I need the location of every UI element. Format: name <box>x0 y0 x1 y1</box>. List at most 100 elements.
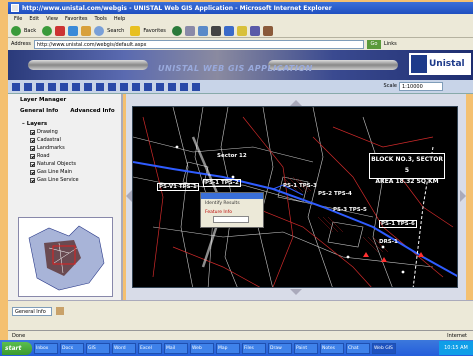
window-titlebar[interactable]: http://www.unistal.com/webgis - UNISTAL … <box>8 2 473 14</box>
identify-popup[interactable]: Identify Results Feature Info <box>200 192 264 228</box>
layer-item-gas-line-main[interactable]: Gas Line Main <box>22 168 121 176</box>
favorites-icon[interactable] <box>130 25 141 36</box>
tab-advanced-info[interactable]: Advanced Info <box>70 108 114 114</box>
zoom-in-icon[interactable] <box>36 82 44 91</box>
zoom-extent-icon[interactable] <box>60 82 68 91</box>
layer-checkbox[interactable] <box>30 153 35 159</box>
print-icon[interactable] <box>210 25 221 36</box>
layer-group[interactable]: – Layers <box>22 120 121 128</box>
layer-item-cadastral[interactable]: Cadastral <box>22 136 121 144</box>
menu-edit[interactable]: Edit <box>29 16 39 22</box>
zoom-out-icon[interactable] <box>48 82 56 91</box>
overview-map[interactable] <box>18 217 113 297</box>
expand-icon[interactable]: – <box>22 121 25 127</box>
legend-icon[interactable] <box>168 82 176 91</box>
taskbar-item-active[interactable]: Web GIS <box>372 342 396 354</box>
scale-select[interactable]: 1:10000 <box>399 82 443 91</box>
layer-checkbox[interactable] <box>30 129 35 135</box>
layer-label: Gas Line Service <box>37 177 79 183</box>
select-icon[interactable] <box>120 82 128 91</box>
go-button[interactable]: Go <box>366 39 381 49</box>
address-input[interactable]: http://www.unistal.com/webgis/default.as… <box>33 39 364 49</box>
back-label[interactable]: Back <box>24 28 36 34</box>
taskbar-item[interactable]: Excel <box>138 342 162 354</box>
layer-item-road[interactable]: Road <box>22 152 121 160</box>
info-type-select[interactable]: General Info <box>12 307 52 316</box>
previous-extent-icon[interactable] <box>96 82 104 91</box>
pan-right-icon[interactable] <box>24 82 32 91</box>
next-extent-icon[interactable] <box>108 82 116 91</box>
layer-checkbox[interactable] <box>30 177 35 183</box>
taskbar-item[interactable]: Notes <box>320 342 344 354</box>
pan-icon[interactable] <box>72 82 80 91</box>
taskbar-item[interactable]: Inbox <box>34 342 58 354</box>
folder-icon[interactable] <box>236 25 247 36</box>
menu-file[interactable]: File <box>14 16 22 22</box>
stop-icon[interactable] <box>55 25 66 36</box>
tab-general-info[interactable]: General Info <box>20 108 58 114</box>
media-icon[interactable] <box>171 25 182 36</box>
status-bar: Done Internet <box>8 330 473 340</box>
infobox-line-1: BLOCK NO.3, SECTOR 5 <box>371 156 443 174</box>
pan-left-icon[interactable] <box>12 82 20 91</box>
search-icon[interactable] <box>94 25 105 36</box>
home-icon[interactable] <box>81 25 92 36</box>
search-label[interactable]: Search <box>107 28 124 34</box>
menu-view[interactable]: View <box>46 16 58 22</box>
app-banner: UNISTAL WEB GIS APPLICATION Unistal <box>8 50 473 80</box>
favorites-label[interactable]: Favorites <box>143 28 166 34</box>
pan-east-arrow-icon[interactable] <box>460 190 472 202</box>
map-graphic <box>133 107 457 287</box>
bottom-panel: General Info <box>8 300 473 330</box>
start-button[interactable]: start <box>2 341 32 355</box>
run-icon[interactable] <box>56 307 64 315</box>
layer-checkbox[interactable] <box>30 161 35 167</box>
taskbar-item[interactable]: Draw <box>268 342 292 354</box>
forward-icon[interactable] <box>42 25 53 36</box>
banner-pipe-graphic <box>28 60 148 70</box>
taskbar-item[interactable]: Docs <box>60 342 84 354</box>
layer-item-landmarks[interactable]: Landmarks <box>22 144 121 152</box>
popup-button[interactable] <box>213 216 249 223</box>
taskbar-item[interactable]: Paint <box>294 342 318 354</box>
pan-west-arrow-icon[interactable] <box>120 190 132 202</box>
messenger-icon[interactable] <box>249 25 260 36</box>
identify-icon[interactable] <box>84 82 92 91</box>
back-icon[interactable] <box>11 25 21 36</box>
layer-panel: Layer Manager General Info Advanced Info… <box>8 94 123 300</box>
history-icon[interactable] <box>184 25 195 36</box>
layer-item-drawing[interactable]: Drawing <box>22 128 121 136</box>
menu-tools[interactable]: Tools <box>95 16 107 22</box>
system-tray-clock[interactable]: 10:15 AM <box>439 341 473 355</box>
taskbar-item[interactable]: Chat <box>346 342 370 354</box>
layer-checkbox[interactable] <box>30 137 35 143</box>
refresh-map-icon[interactable] <box>180 82 188 91</box>
taskbar-item[interactable]: Files <box>242 342 266 354</box>
layer-checkbox[interactable] <box>30 169 35 175</box>
print-map-icon[interactable] <box>156 82 164 91</box>
layer-checkbox[interactable] <box>30 145 35 151</box>
refresh-icon[interactable] <box>68 25 79 36</box>
map-label-2: PS-1 TPS-2 <box>203 179 241 187</box>
taskbar-item[interactable]: GIS <box>86 342 110 354</box>
edit-icon[interactable] <box>223 25 234 36</box>
buffer-icon[interactable] <box>144 82 152 91</box>
taskbar-item[interactable]: Map <box>216 342 240 354</box>
layer-item-gas-line-service[interactable]: Gas Line Service <box>22 176 121 184</box>
taskbar-item[interactable]: Web <box>190 342 214 354</box>
taskbar-item[interactable]: Mail <box>164 342 188 354</box>
map-canvas[interactable]: PS-V1 TPS-1 PS-1 TPS-2 PS-1 TPS-3 PS-2 T… <box>132 106 458 288</box>
research-icon[interactable] <box>262 25 273 36</box>
map-info-box: BLOCK NO.3, SECTOR 5 AREA 18.32 SQ KM <box>369 153 445 185</box>
menu-favorites[interactable]: Favorites <box>65 16 88 22</box>
pan-up-arrow-icon[interactable] <box>290 94 302 106</box>
menu-help[interactable]: Help <box>114 16 125 22</box>
links-label[interactable]: Links <box>384 41 397 47</box>
infobox-line-2: AREA 18.32 SQ KM <box>375 178 439 185</box>
layer-item-natural-objects[interactable]: Natural Objects <box>22 160 121 168</box>
browser-window: http://www.unistal.com/webgis - UNISTAL … <box>0 0 473 356</box>
taskbar-item[interactable]: Word <box>112 342 136 354</box>
measure-icon[interactable] <box>132 82 140 91</box>
help-icon[interactable] <box>192 82 200 91</box>
mail-icon[interactable] <box>197 25 208 36</box>
